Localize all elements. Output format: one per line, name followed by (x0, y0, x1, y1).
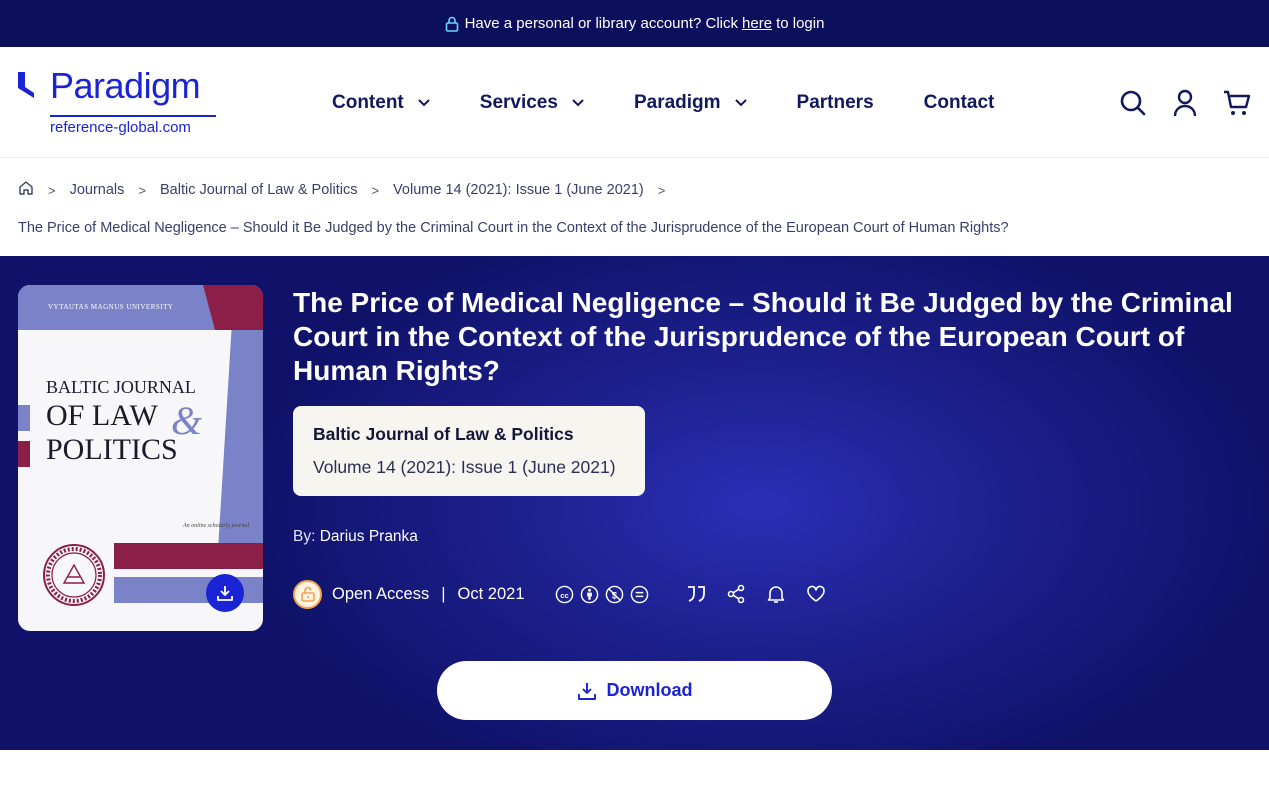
logo-name: Paradigm (50, 65, 201, 106)
login-banner: Have a personal or library account? Clic… (0, 0, 1269, 47)
access-status: Open Access (332, 584, 430, 603)
university-seal-icon (43, 544, 105, 606)
license-icons[interactable]: cc $ (555, 585, 655, 604)
breadcrumb: > Journals > Baltic Journal of Law & Pol… (18, 180, 679, 200)
cc-nd-icon (630, 585, 648, 603)
svg-text:cc: cc (560, 590, 568, 599)
bell-icon[interactable] (765, 583, 787, 605)
chevron-right-icon: > (371, 182, 380, 198)
cc-icon: cc (555, 585, 573, 603)
cover-title-line2: OF LAW (46, 399, 158, 432)
cover-bar-red (18, 441, 30, 467)
account-icon[interactable] (1171, 89, 1199, 117)
meta-separator: | (441, 584, 446, 603)
article-meta: Open Access | Oct 2021 cc $ (293, 579, 845, 609)
article-actions (685, 583, 845, 605)
cart-icon[interactable] (1223, 89, 1251, 117)
breadcrumb-volume[interactable]: Volume 14 (2021): Issue 1 (June 2021) (393, 182, 644, 198)
journal-volume[interactable]: Volume 14 (2021): Issue 1 (June 2021) (313, 457, 625, 478)
chevron-right-icon: > (657, 182, 666, 198)
download-label: Download (606, 680, 693, 700)
journal-name[interactable]: Baltic Journal of Law & Politics (313, 424, 625, 445)
nav-contact[interactable]: Contact (924, 92, 995, 114)
article-hero: VYTAUTAS MAGNUS UNIVERSITY BALTIC JOURNA… (0, 256, 1269, 750)
site-header: Paradigm reference-global.com Content Se… (0, 47, 1269, 158)
header-actions (1095, 47, 1251, 158)
download-button[interactable]: Download (437, 661, 832, 720)
cc-nc-icon: $ (605, 585, 623, 603)
cover-title-line3: POLITICS (46, 433, 178, 466)
journal-cover[interactable]: VYTAUTAS MAGNUS UNIVERSITY BALTIC JOURNA… (18, 285, 263, 631)
login-link[interactable]: here (742, 15, 772, 32)
cover-title-line1: BALTIC JOURNAL (46, 377, 196, 397)
cc-by-icon (580, 585, 598, 603)
banner-text-end: to login (776, 15, 825, 32)
by-label: By: (293, 528, 316, 545)
publish-date: Oct 2021 (457, 584, 525, 603)
breadcrumb-journals[interactable]: Journals (70, 182, 125, 198)
heart-icon[interactable] (805, 583, 827, 605)
home-icon[interactable] (18, 180, 34, 200)
chevron-down-icon (418, 98, 430, 106)
nav-partners[interactable]: Partners (797, 92, 874, 114)
cover-footer-red (114, 543, 263, 569)
chevron-right-icon: > (48, 182, 56, 198)
byline: By: Darius Pranka (293, 528, 418, 546)
breadcrumb-journal[interactable]: Baltic Journal of Law & Politics (160, 182, 357, 198)
open-access-icon (293, 579, 322, 609)
nav-paradigm[interactable]: Paradigm (634, 92, 747, 114)
paradigm-logo[interactable]: Paradigm reference-global.com (18, 65, 228, 139)
cover-download-button[interactable] (206, 574, 244, 612)
share-icon[interactable] (725, 583, 747, 605)
article-title: The Price of Medical Negligence – Should… (293, 287, 1233, 386)
cover-bar-blue (18, 405, 30, 431)
nav-content-label: Content (332, 91, 404, 113)
cover-tagline: An online scholarly journal (183, 523, 250, 529)
main-nav: Content Services Paradigm Partners Conta… (332, 47, 1044, 158)
logo-domain: reference-global.com (50, 119, 191, 136)
cite-icon[interactable] (685, 583, 707, 605)
breadcrumb-current: The Price of Medical Negligence – Should… (18, 220, 1009, 236)
chevron-down-icon (734, 98, 747, 106)
cover-university: VYTAUTAS MAGNUS UNIVERSITY (48, 303, 174, 311)
nav-services[interactable]: Services (480, 92, 584, 114)
search-icon[interactable] (1119, 89, 1147, 117)
logo-mark-icon (18, 72, 34, 98)
nav-paradigm-label: Paradigm (633, 91, 721, 113)
lock-icon (445, 16, 458, 32)
author-link[interactable]: Darius Pranka (320, 528, 418, 545)
banner-text: Have a personal or library account? Clic… (464, 15, 739, 32)
download-icon (217, 586, 233, 601)
nav-content[interactable]: Content (332, 92, 430, 114)
download-icon (577, 682, 596, 700)
nav-services-label: Services (479, 91, 558, 113)
chevron-down-icon (572, 98, 584, 106)
chevron-right-icon: > (138, 182, 146, 198)
cover-side-stripe (218, 330, 263, 550)
journal-card[interactable]: Baltic Journal of Law & Politics Volume … (293, 406, 645, 496)
